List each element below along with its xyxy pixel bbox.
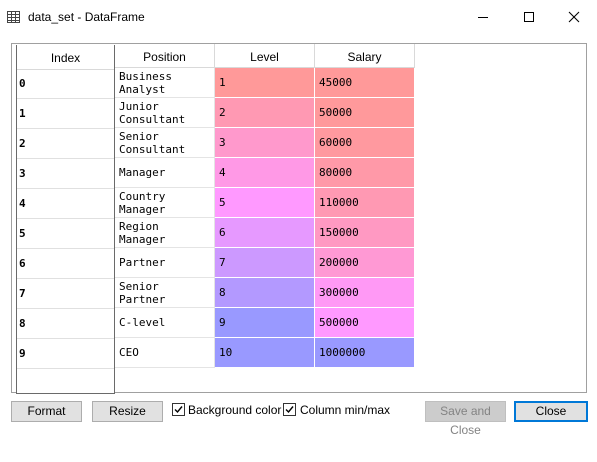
format-button[interactable]: Format [11,401,82,422]
index-cell[interactable]: 0 [17,69,114,99]
close-window-button[interactable] [551,0,597,34]
level-cell[interactable]: 2 [215,98,315,128]
position-text-line: Consultant [119,112,186,126]
position-cell[interactable]: Business Analyst [115,68,215,98]
position-cell[interactable]: Junior Consultant [115,98,215,128]
index-cell[interactable]: 5 [17,219,114,249]
background-color-checkbox[interactable] [172,403,185,416]
position-text-line: Senior [119,279,159,293]
index-cell[interactable]: 7 [17,279,114,309]
background-color-label[interactable]: Background color [188,403,281,418]
position-cell[interactable]: Manager [115,158,215,188]
level-cell[interactable]: 8 [215,278,315,308]
salary-cell[interactable]: 60000 [315,128,415,158]
position-text-line: Manager [119,202,166,216]
position-cell[interactable]: Country Manager [115,188,215,218]
salary-cell[interactable]: 300000 [315,278,415,308]
salary-cell[interactable]: 500000 [315,308,415,338]
column-header-level[interactable]: Level [215,44,315,68]
position-cell[interactable]: C-level [115,308,215,338]
index-cell[interactable]: 6 [17,249,114,279]
salary-cell[interactable]: 150000 [315,218,415,248]
position-text-line: Consultant [119,142,186,156]
close-button[interactable]: Close [514,401,588,422]
column-header-salary[interactable]: Salary [315,44,415,68]
position-text-line: Partner [119,292,166,306]
position-text-line: Junior [119,99,159,113]
salary-cell[interactable]: 200000 [315,248,415,278]
index-header[interactable]: Index [17,45,114,70]
save-and-close-button[interactable]: Save and Close [425,401,506,437]
index-cell[interactable]: 8 [17,309,114,339]
position-cell[interactable]: Senior Consultant [115,128,215,158]
position-cell[interactable]: CEO [115,338,215,368]
position-text-line: Senior [119,129,159,143]
index-cell[interactable]: 1 [17,99,114,129]
position-text-line: Analyst [119,82,166,96]
index-cell[interactable]: 3 [17,159,114,189]
column-header-position[interactable]: Position [115,44,215,68]
position-cell[interactable]: Senior Partner [115,278,215,308]
window-title: data_set - DataFrame [28,10,145,24]
position-cell[interactable]: Partner [115,248,215,278]
index-cell[interactable]: 4 [17,189,114,219]
position-text-line: C-level [119,316,166,329]
level-cell[interactable]: 3 [215,128,315,158]
level-cell[interactable]: 1 [215,68,315,98]
index-column: Index 0123456789 [16,45,115,394]
salary-cell[interactable]: 1000000 [315,338,415,368]
position-text-line: Region [119,219,159,233]
title-bar: data_set - DataFrame [0,0,597,34]
position-cell[interactable]: Region Manager [115,218,215,248]
position-text-line: Manager [119,232,166,246]
index-cell[interactable]: 9 [17,339,114,369]
column-minmax-checkbox[interactable] [283,403,296,416]
position-text-line: Country [119,189,166,203]
level-cell[interactable]: 6 [215,218,315,248]
salary-cell[interactable]: 110000 [315,188,415,218]
position-text-line: Manager [119,166,166,179]
minimize-button[interactable] [460,0,506,34]
position-text-line: Partner [119,256,166,269]
column-minmax-label[interactable]: Column min/max [300,403,390,418]
level-cell[interactable]: 9 [215,308,315,338]
level-cell[interactable]: 7 [215,248,315,278]
salary-cell[interactable]: 50000 [315,98,415,128]
position-text-line: Business [119,69,172,83]
salary-cell[interactable]: 45000 [315,68,415,98]
position-text-line: CEO [119,346,139,359]
index-cell[interactable]: 2 [17,129,114,159]
maximize-button[interactable] [506,0,552,34]
table-icon [7,10,20,23]
dataframe-grid[interactable]: Index 0123456789 Position Level Salary B… [11,43,587,394]
level-cell[interactable]: 5 [215,188,315,218]
level-cell[interactable]: 4 [215,158,315,188]
salary-cell[interactable]: 80000 [315,158,415,188]
level-cell[interactable]: 10 [215,338,315,368]
resize-button[interactable]: Resize [92,401,163,422]
